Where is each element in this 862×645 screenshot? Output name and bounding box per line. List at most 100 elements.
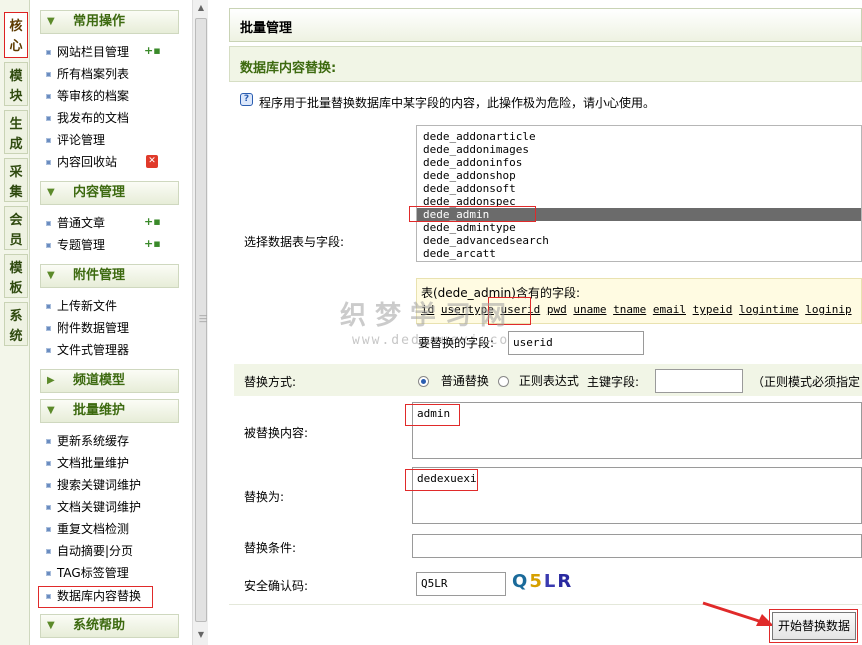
field-link[interactable]: email [653,303,686,316]
table-option[interactable]: dede_addonsoft [423,182,516,195]
menu-item-attach-data[interactable]: 附件数据管理 [46,320,129,336]
table-option[interactable]: dede_arcatt [423,247,496,260]
group-title: 频道模型 [73,373,126,388]
pk-field-input[interactable] [655,369,743,393]
menu-item-category[interactable]: 网站栏目管理 +▪ [46,44,161,60]
menu-item-label: 上传新文件 [57,299,118,313]
field-link[interactable]: typeid [693,303,733,316]
menu-item-doc-keywords[interactable]: 文档关键词维护 [46,499,141,515]
menu-item-comments[interactable]: 评论管理 [46,132,105,148]
tab-system[interactable]: 系统 [4,302,28,346]
captcha-char: 5 [529,571,544,592]
table-option[interactable]: dede_admintype [423,221,516,234]
menu-item-update-cache[interactable]: 更新系统缓存 [46,433,129,449]
tab-core[interactable]: 核心 [4,12,28,58]
mode-label: 替换方式: [244,375,297,389]
menu-item-tag-manage[interactable]: TAG标签管理 [46,565,129,581]
captcha-label: 安全确认码: [244,579,309,593]
menu-item-article[interactable]: 普通文章 +▪ [46,215,161,231]
bullet-icon [46,243,51,248]
menu-group-content[interactable]: ▼ 内容管理 [40,181,179,205]
menu-item-upload[interactable]: 上传新文件 [46,298,117,314]
menu-item-batch-docs[interactable]: 文档批量维护 [46,455,129,471]
menu-item-my-docs[interactable]: 我发布的文档 [46,110,129,126]
menu-item-special[interactable]: 专题管理 +▪ [46,237,161,253]
select-table-label: 选择数据表与字段: [244,235,345,249]
menu-group-common[interactable]: ▼ 常用操作 [40,10,179,34]
sidebar-scrollbar[interactable]: ▲ — — — ▼ [192,0,208,645]
tab-generate[interactable]: 生成 [4,110,28,154]
condition-input[interactable] [412,534,862,558]
menu-item-label: 所有档案列表 [57,67,130,81]
menu-item-all-archives[interactable]: 所有档案列表 [46,66,129,82]
captcha-input[interactable]: Q5LR [416,572,506,596]
field-link[interactable]: loginip [805,303,851,316]
tab-collect[interactable]: 采集 [4,158,28,202]
scroll-down-icon[interactable]: ▼ [196,630,206,640]
scroll-thumb[interactable]: — — — [195,18,207,622]
new-content-textarea[interactable]: dedexuexi [412,467,862,524]
add-icon[interactable]: +▪ [144,45,161,57]
highlight-new-content [405,469,478,491]
captcha-image[interactable]: Q5LR [512,571,580,595]
highlight-old-content [405,404,460,426]
pk-label: 主键字段: [587,375,640,389]
notice-text: 程序用于批量替换数据库中某字段的内容，此操作极为危险，请小心使用。 [259,96,656,110]
add-icon[interactable]: +▪ [144,238,161,250]
table-option[interactable]: dede_addonshop [423,169,516,182]
menu-item-recycle[interactable]: 内容回收站 ✕ [46,154,158,170]
sidebar-menu: ▼ 常用操作 网站栏目管理 +▪ 所有档案列表 等审核的档案 我发布的文档 评论管… [34,0,184,645]
menu-item-label: 等审核的档案 [57,89,130,103]
group-title: 批量维护 [73,403,126,418]
radio-regex[interactable] [498,376,509,387]
table-option[interactable]: dede_addoninfos [423,156,522,169]
captcha-char: R [557,571,574,592]
bullet-icon [46,94,51,99]
clear-recycle-icon[interactable]: ✕ [146,155,158,168]
mode-normal-label: 普通替换 [440,374,489,388]
field-link[interactable]: uname [573,303,606,316]
field-link[interactable]: logintime [739,303,799,316]
bullet-icon [46,348,51,353]
bullet-icon [46,160,51,165]
menu-item-label: 搜索关键词维护 [57,478,142,492]
menu-item-label: 专题管理 [57,238,106,252]
expand-arrow-icon: ▶ [47,375,55,386]
field-link[interactable]: tname [613,303,646,316]
collapse-arrow-icon: ▼ [47,187,55,198]
new-content-label: 替换为: [244,490,285,504]
radio-normal[interactable] [418,376,429,387]
field-link[interactable]: pwd [547,303,567,316]
menu-group-batch[interactable]: ▼ 批量维护 [40,399,179,423]
bullet-icon [46,527,51,532]
regex-note: （正则模式必须指定 [752,375,861,389]
menu-group-attach[interactable]: ▼ 附件管理 [40,264,179,288]
add-icon[interactable]: +▪ [144,216,161,228]
tab-module[interactable]: 模块 [4,62,28,106]
scroll-up-icon[interactable]: ▲ [196,3,206,13]
menu-item-file-manager[interactable]: 文件式管理器 [46,342,129,358]
menu-group-channel[interactable]: ▶ 频道模型 [40,369,179,393]
tab-member[interactable]: 会员 [4,206,28,250]
table-option[interactable]: dede_addonarticle [423,130,536,143]
table-listbox[interactable]: dede_addonarticle dede_addonimages dede_… [416,125,862,262]
replace-field-input[interactable]: userid [508,331,644,355]
highlight-menu-item [38,586,153,608]
menu-group-help[interactable]: ▼ 系统帮助 [40,614,179,638]
menu-item-label: 评论管理 [57,133,106,147]
menu-item-auto-summary[interactable]: 自动摘要|分页 [46,543,133,559]
menu-item-duplicate-check[interactable]: 重复文档检测 [46,521,129,537]
menu-item-label: 文件式管理器 [57,343,130,357]
menu-item-pending[interactable]: 等审核的档案 [46,88,129,104]
menu-item-label: TAG标签管理 [57,566,129,580]
mode-regex-option[interactable]: 正则表达式 [498,372,579,389]
tab-template[interactable]: 模板 [4,254,28,298]
menu-item-search-keywords[interactable]: 搜索关键词维护 [46,477,141,493]
menu-item-label: 附件数据管理 [57,321,130,335]
collapse-arrow-icon: ▼ [47,16,55,27]
mode-regex-label: 正则表达式 [518,374,579,388]
old-content-textarea[interactable]: admin [412,402,862,459]
table-option[interactable]: dede_advancedsearch [423,234,549,247]
table-option[interactable]: dede_addonimages [423,143,529,156]
mode-normal-option[interactable]: 普通替换 [418,372,489,389]
